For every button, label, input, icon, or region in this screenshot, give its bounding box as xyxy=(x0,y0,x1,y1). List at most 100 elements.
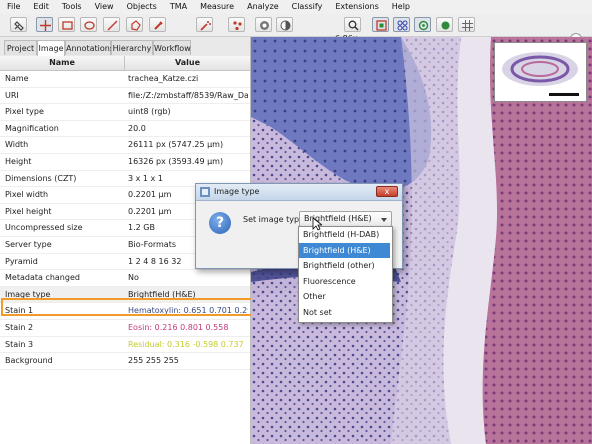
line-button[interactable] xyxy=(103,17,120,32)
property-name: Metadata changed xyxy=(5,273,80,283)
zoom-to-fit-icon xyxy=(348,20,359,31)
option-fluorescence[interactable]: Fluorescence xyxy=(299,274,390,290)
polygon-button[interactable] xyxy=(126,17,143,32)
menu-classify[interactable]: Classify xyxy=(285,0,329,14)
dialog-close-button[interactable]: x xyxy=(376,186,398,197)
app-icon xyxy=(200,187,210,197)
table-row[interactable]: Metadata changed No xyxy=(0,270,250,287)
line-tool-icon xyxy=(107,20,118,31)
menu-view[interactable]: View xyxy=(88,0,120,14)
menu-edit[interactable]: Edit xyxy=(26,0,55,14)
wand-tool-icon xyxy=(200,21,211,31)
question-icon: ? xyxy=(209,212,231,234)
option-brightfield-h-e[interactable]: Brightfield (H&E) xyxy=(299,242,390,258)
table-row[interactable]: Width 26111 px (5747.25 µm) xyxy=(0,137,250,154)
show-grid-button[interactable] xyxy=(458,17,475,32)
table-row[interactable]: Stain 3 Residual: 0.316 -0.598 0.737 xyxy=(0,337,250,354)
menu-measure[interactable]: Measure xyxy=(193,0,240,14)
ellipse-button[interactable] xyxy=(80,17,97,32)
zoom-to-fit-button[interactable] xyxy=(344,17,361,32)
menu-analyze[interactable]: Analyze xyxy=(240,0,285,14)
fill-detections-button[interactable] xyxy=(436,17,453,32)
property-name: Width xyxy=(5,140,29,150)
toolbar: 6.86x xyxy=(0,14,592,45)
tab-image[interactable]: Image xyxy=(37,40,65,57)
table-row[interactable]: Magnification 20.0 xyxy=(0,121,250,138)
show-tma-grid-button[interactable] xyxy=(393,17,410,32)
set-image-type-label: Set image type xyxy=(243,215,305,224)
menu-tma[interactable]: TMA xyxy=(163,0,193,14)
ellipse-tool-icon xyxy=(84,21,95,30)
brush-tool-icon xyxy=(154,21,163,30)
menu-tools[interactable]: Tools xyxy=(55,0,88,14)
rectangle-tool-icon xyxy=(62,21,73,30)
move-arrows-icon xyxy=(40,20,51,31)
property-name: Stain 2 xyxy=(5,322,34,332)
property-name: Pixel type xyxy=(5,107,44,117)
brush-button[interactable] xyxy=(149,17,166,32)
property-name: Magnification xyxy=(5,123,59,133)
property-value: 16326 px (3593.49 µm) xyxy=(128,156,224,166)
wand-button[interactable] xyxy=(196,17,213,32)
property-value: uint8 (rgb) xyxy=(128,107,171,117)
property-value: 26111 px (5747.25 µm) xyxy=(128,140,224,150)
tab-hierarchy[interactable]: Hierarchy xyxy=(111,40,153,55)
property-value: trachea_Katze.czi xyxy=(128,74,199,83)
menu-help[interactable]: Help xyxy=(385,0,416,14)
brightness-icon xyxy=(260,21,269,30)
property-value: Eosin: 0.216 0.801 0.558 xyxy=(128,322,229,332)
table-row[interactable]: Name trachea_Katze.czi xyxy=(0,71,250,88)
table-row[interactable]: Height 16326 px (3593.49 µm) xyxy=(0,154,250,171)
table-row[interactable]: Stain 2 Eosin: 0.216 0.801 0.558 xyxy=(0,320,250,337)
chevron-down-icon xyxy=(381,218,387,222)
menu-objects[interactable]: Objects xyxy=(120,0,163,14)
menu-file[interactable]: File xyxy=(0,0,26,14)
menu-extensions[interactable]: Extensions xyxy=(328,0,384,14)
property-name: Pyramid xyxy=(5,256,38,266)
property-value: file:/Z:/zmbstaff/8539/Raw_Data/t... xyxy=(128,90,248,100)
polygon-tool-icon xyxy=(131,20,141,31)
show-annotations-button[interactable] xyxy=(372,17,389,32)
table-row[interactable]: Background 255 255 255 xyxy=(0,353,250,370)
property-name: URI xyxy=(5,90,19,100)
show-detections-icon xyxy=(418,20,429,31)
dialog-title: Image type xyxy=(214,187,260,196)
show-detections-button[interactable] xyxy=(414,17,431,32)
points-tool-icon xyxy=(233,21,242,31)
property-value: No xyxy=(128,273,139,283)
tab-project[interactable]: Project xyxy=(4,40,37,55)
table-row[interactable]: Pixel type uint8 (rgb) xyxy=(0,104,250,121)
property-name: Name xyxy=(5,74,29,83)
rectangle-button[interactable] xyxy=(58,17,75,32)
overview-thumbnail[interactable] xyxy=(494,42,587,102)
points-button[interactable] xyxy=(228,17,245,32)
fill-detections-icon xyxy=(441,21,450,30)
column-header-name[interactable]: Name xyxy=(0,56,125,70)
property-name: Pixel height xyxy=(5,206,52,216)
tab-annotations[interactable]: Annotations xyxy=(65,40,114,55)
image-type-highlight-box xyxy=(1,298,253,316)
option-other[interactable]: Other xyxy=(299,289,390,305)
show-annotations-icon xyxy=(376,20,387,31)
table-row[interactable]: URI file:/Z:/zmbstaff/8539/Raw_Data/t... xyxy=(0,88,250,105)
property-value: Residual: 0.316 -0.598 0.737 xyxy=(128,339,244,349)
rectangle-tool-button[interactable] xyxy=(36,17,53,32)
option-brightfield-other[interactable]: Brightfield (other) xyxy=(299,258,390,274)
show-grid-icon xyxy=(462,20,473,31)
column-header-value[interactable]: Value xyxy=(125,56,250,70)
property-name: Background xyxy=(5,356,53,366)
brightness-contrast-icon xyxy=(280,20,291,31)
property-name: Pixel width xyxy=(5,190,49,200)
show-tma-grid-icon xyxy=(397,20,408,31)
mouse-cursor-icon xyxy=(312,217,322,231)
property-name: Dimensions (CZT) xyxy=(5,173,77,183)
tab-workflow[interactable]: Workflow xyxy=(153,40,191,55)
show-info-button[interactable] xyxy=(255,17,272,32)
option-not-set[interactable]: Not set xyxy=(299,305,390,321)
brightness-contrast-button[interactable] xyxy=(276,17,293,32)
move-tool-button[interactable] xyxy=(10,17,27,32)
menu-bar: File Edit Tools View Objects TMA Measure Analyz… xyxy=(0,0,592,15)
overview-image xyxy=(502,52,579,96)
property-name: Server type xyxy=(5,239,52,249)
dialog-titlebar[interactable]: Image type x xyxy=(196,184,402,201)
